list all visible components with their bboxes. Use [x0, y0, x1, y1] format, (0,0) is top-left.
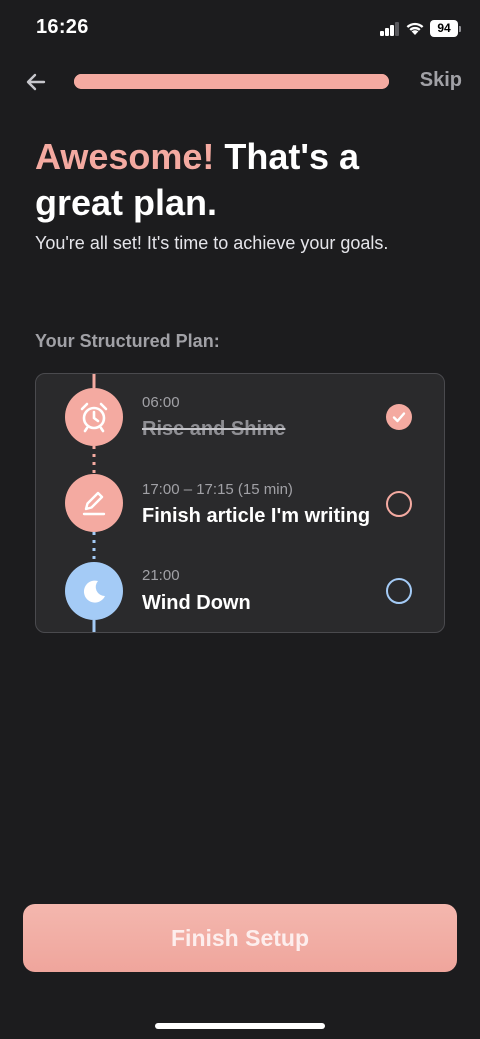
wifi-icon	[405, 20, 425, 36]
battery-icon: 94	[430, 20, 462, 37]
plan-item-title: Rise and Shine	[142, 418, 286, 440]
finish-setup-button[interactable]: Finish Setup	[23, 904, 457, 972]
plan-item-rise-and-shine[interactable]: 06:00 Rise and Shine	[36, 374, 444, 460]
structured-plan-card: 06:00 Rise and Shine 17:00 – 17:15 (15 m…	[35, 373, 445, 633]
plan-item-time: 21:00	[142, 567, 180, 584]
plan-item-wind-down[interactable]: 21:00 Wind Down	[36, 548, 444, 632]
page-title: Awesome! That's a great plan.	[35, 134, 455, 226]
plan-item-time: 06:00	[142, 394, 180, 411]
skip-button[interactable]: Skip	[412, 69, 462, 95]
page-subtitle: You're all set! It's time to achieve you…	[35, 233, 389, 253]
home-indicator	[155, 1023, 325, 1029]
plan-item-finish-article[interactable]: 17:00 – 17:15 (15 min) Finish article I'…	[36, 460, 444, 546]
arrow-left-icon	[26, 73, 46, 91]
plan-item-time: 17:00 – 17:15 (15 min)	[142, 481, 293, 498]
status-time: 16:26	[36, 16, 89, 38]
status-bar: 16:26 94	[0, 0, 480, 58]
empty-circle-icon[interactable]	[386, 491, 412, 517]
finish-setup-label: Finish Setup	[171, 924, 309, 951]
moon-icon	[65, 562, 123, 620]
plan-item-title: Wind Down	[142, 592, 251, 614]
battery-level: 94	[430, 20, 458, 37]
progress-fill	[74, 74, 389, 89]
pencil-icon	[65, 474, 123, 532]
title-accent: Awesome!	[35, 136, 215, 177]
checkmark-circle-icon[interactable]	[386, 404, 412, 430]
plan-section-label: Your Structured Plan:	[35, 331, 220, 351]
alarm-clock-icon	[65, 388, 123, 446]
plan-item-title: Finish article I'm writing	[142, 505, 371, 527]
back-button[interactable]	[22, 68, 50, 96]
onboarding-progress-bar	[74, 74, 389, 89]
empty-circle-icon[interactable]	[386, 578, 412, 604]
cellular-signal-icon	[380, 22, 400, 36]
